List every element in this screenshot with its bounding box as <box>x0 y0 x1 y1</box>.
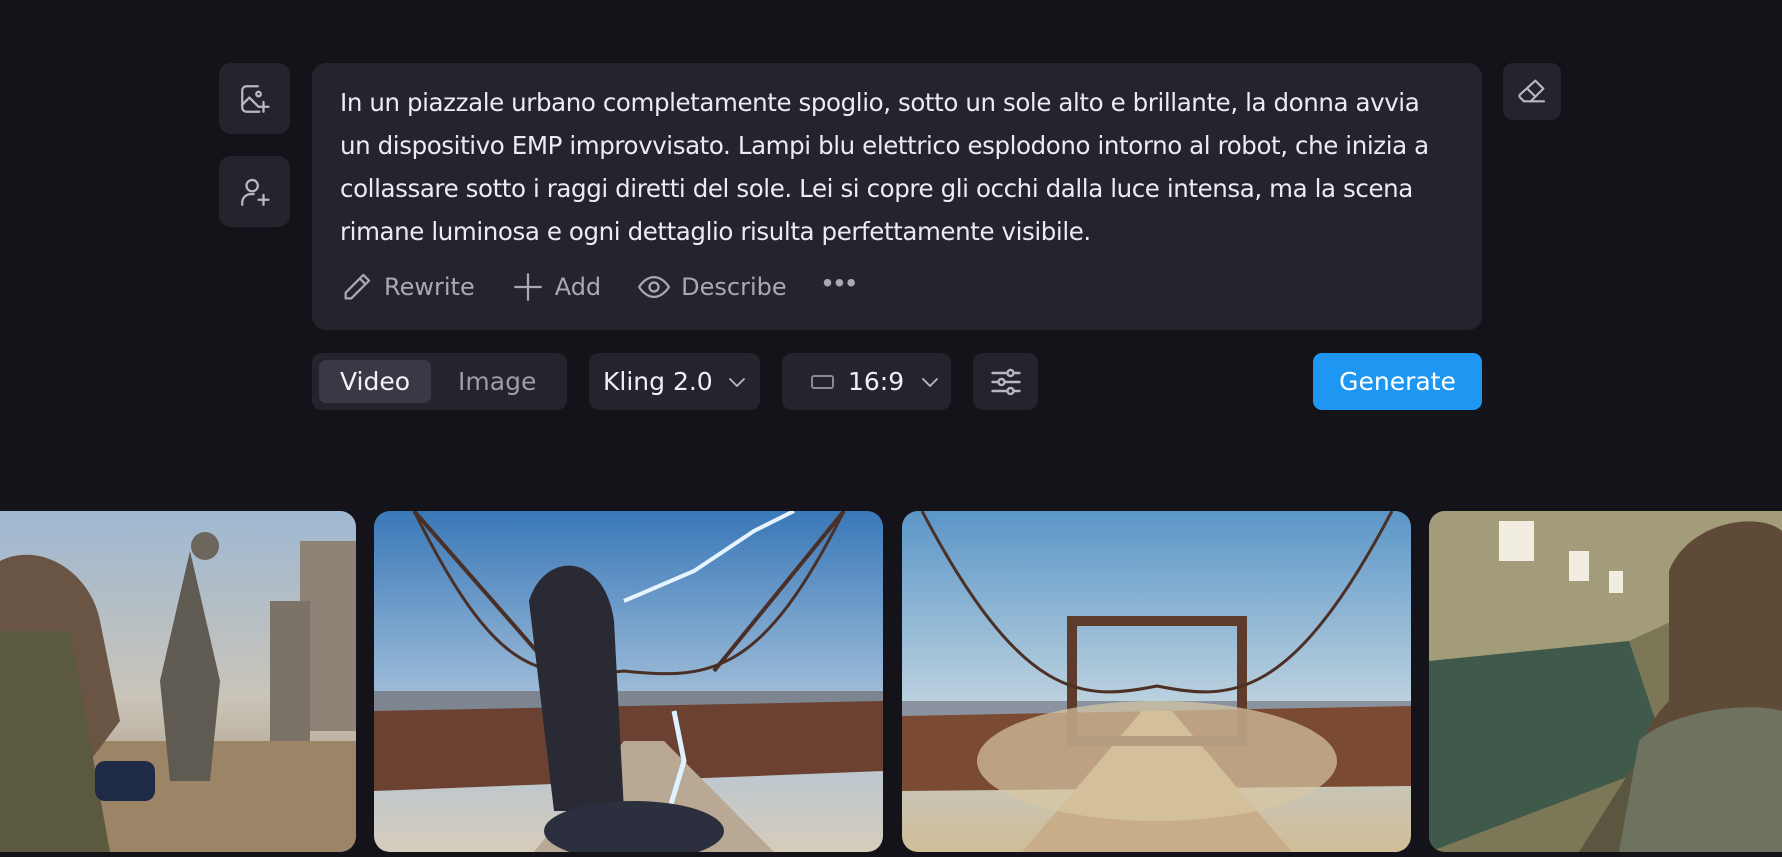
woman-robot-ruins-image <box>0 511 356 852</box>
settings-button[interactable] <box>973 353 1038 410</box>
aspect-ratio-icon <box>811 374 834 389</box>
generate-button[interactable]: Generate <box>1313 353 1482 410</box>
add-label: Add <box>554 273 602 301</box>
tab-video[interactable]: Video <box>319 360 432 403</box>
mode-toggle: Video Image <box>312 353 567 410</box>
aspect-ratio-select[interactable]: 16:9 <box>782 353 951 410</box>
gallery-thumbnail[interactable] <box>1429 511 1782 852</box>
gallery-thumbnail[interactable] <box>0 511 356 852</box>
woman-corridor-image <box>1429 511 1782 852</box>
more-options-icon[interactable]: ••• <box>823 267 858 299</box>
add-character-button[interactable] <box>219 156 290 227</box>
eraser-icon <box>1518 79 1546 102</box>
gallery-thumbnail[interactable] <box>902 511 1411 852</box>
user-plus-icon <box>240 178 270 206</box>
add-image-button[interactable] <box>219 63 290 134</box>
plus-icon <box>513 273 542 301</box>
woman-lightning-bridge-image <box>374 511 883 852</box>
aspect-ratio-value: 16:9 <box>848 367 905 396</box>
pencil-icon <box>344 273 371 300</box>
sliders-icon <box>990 368 1021 395</box>
prompt-textarea[interactable]: In un piazzale urbano completamente spog… <box>340 81 1454 253</box>
image-plus-icon <box>240 84 270 113</box>
model-value: Kling 2.0 <box>603 367 713 396</box>
eye-icon <box>638 275 671 299</box>
add-button[interactable]: Add <box>511 270 601 304</box>
model-select[interactable]: Kling 2.0 <box>589 353 760 410</box>
chevron-down-icon <box>728 377 745 387</box>
describe-button[interactable]: Describe <box>637 270 787 304</box>
clear-prompt-button[interactable] <box>1503 63 1561 120</box>
tab-image[interactable]: Image <box>437 360 557 403</box>
rewrite-button[interactable]: Rewrite <box>340 270 475 304</box>
prompt-actions: Rewrite Add Describe ••• <box>340 267 858 304</box>
empty-bridge-dust-image <box>902 511 1411 852</box>
describe-label: Describe <box>681 273 787 301</box>
rewrite-label: Rewrite <box>384 273 475 301</box>
gallery-thumbnail[interactable] <box>374 511 883 852</box>
prompt-panel: In un piazzale urbano completamente spog… <box>312 63 1482 330</box>
chevron-down-icon <box>922 377 939 387</box>
